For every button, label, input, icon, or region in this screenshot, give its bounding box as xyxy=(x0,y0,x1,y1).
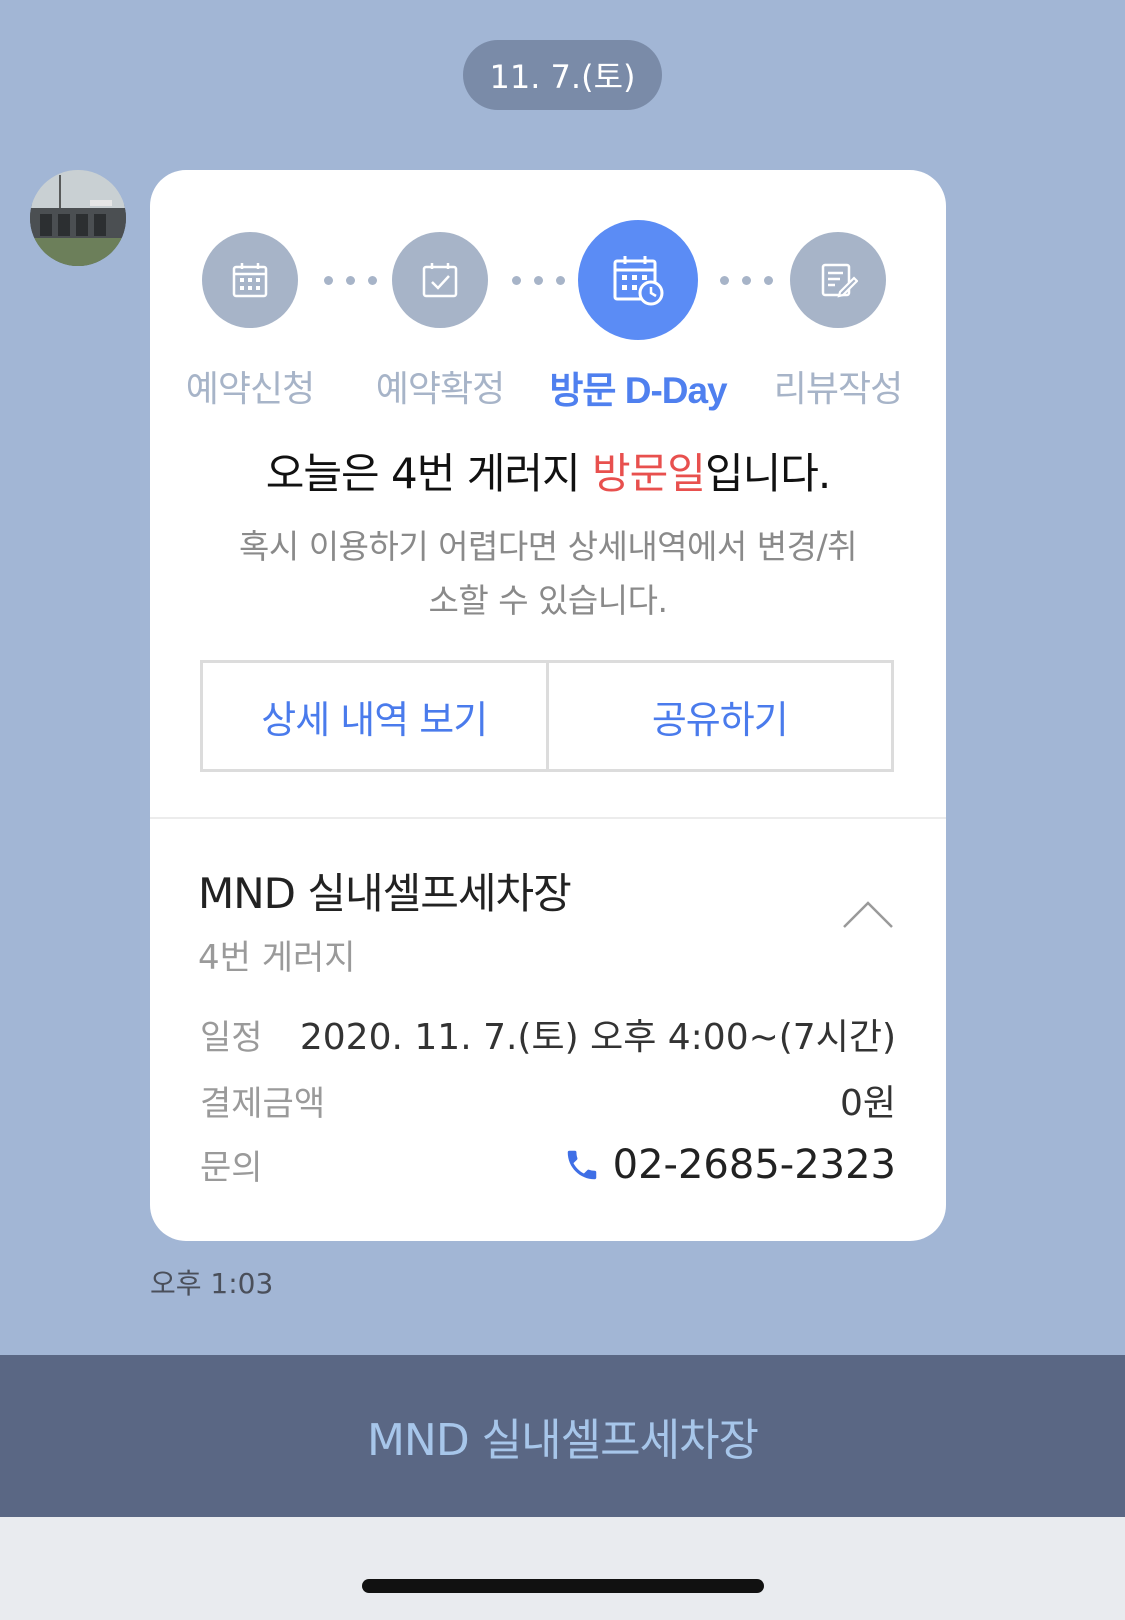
step-visit-dday xyxy=(578,220,698,340)
schedule-value: 2020. 11. 7.(토) 오후 4:00~(7시간) xyxy=(299,1017,896,1058)
avatar[interactable] xyxy=(30,170,126,266)
step-label-dday: 방문 D-Day xyxy=(549,370,727,411)
channel-title: MND 실내셀프세차장 xyxy=(366,1415,759,1466)
home-indicator[interactable] xyxy=(362,1579,764,1593)
divider xyxy=(150,817,946,819)
calendar-icon xyxy=(232,263,268,298)
step-reservation-request xyxy=(202,232,298,328)
subtext-line-2: 소할 수 있습니다. xyxy=(428,581,669,620)
schedule-row: 일정 2020. 11. 7.(토) 오후 4:00~(7시간) xyxy=(200,1008,896,1060)
visit-headline: 오늘은 4번 게러지 방문일입니다. xyxy=(150,440,946,501)
payment-value: 0원 xyxy=(839,1083,896,1124)
phone-number: 02-2685-2323 xyxy=(612,1141,896,1188)
date-pill: 11. 7.(토) xyxy=(463,40,662,110)
step-connector xyxy=(324,276,377,285)
payment-row: 결제금액 0원 xyxy=(200,1074,896,1126)
channel-bottom-bar[interactable]: MND 실내셀프세차장 xyxy=(0,1355,1125,1517)
subtext-line-1: 혹시 이용하기 어렵다면 상세내역에서 변경/취 xyxy=(239,527,857,566)
step-connector xyxy=(720,276,773,285)
schedule-label: 일정 xyxy=(200,1017,263,1058)
step-connector xyxy=(512,276,565,285)
headline-pre: 오늘은 4번 게러지 xyxy=(265,449,593,498)
phone-icon xyxy=(567,1150,596,1179)
calendar-check-icon xyxy=(422,263,458,298)
step-label-request: 예약신청 xyxy=(185,369,315,410)
garage-name: 4번 게러지 xyxy=(198,938,356,978)
inquiry-label: 문의 xyxy=(200,1148,263,1188)
action-buttons: 상세 내역 보기 공유하기 xyxy=(200,660,894,772)
message-timestamp: 오후 1:03 xyxy=(150,1267,274,1300)
visit-subtext: 혹시 이용하기 어렵다면 상세내역에서 변경/취 소할 수 있습니다. xyxy=(200,520,896,628)
home-indicator-area xyxy=(0,1517,1125,1620)
headline-post: 입니다. xyxy=(704,449,831,498)
shop-name: MND 실내셀프세차장 xyxy=(198,869,572,918)
inquiry-row: 문의 02-2685-2323 xyxy=(200,1140,896,1189)
step-label-review: 리뷰작성 xyxy=(773,369,903,410)
step-label-confirmed: 예약확정 xyxy=(375,369,505,410)
step-write-review xyxy=(790,232,886,328)
step-reservation-confirmed xyxy=(392,232,488,328)
headline-highlight: 방문일 xyxy=(592,449,706,498)
share-button[interactable]: 공유하기 xyxy=(545,663,891,769)
payment-label: 결제금액 xyxy=(200,1083,326,1124)
calendar-clock-icon xyxy=(613,256,664,306)
view-details-button[interactable]: 상세 내역 보기 xyxy=(203,663,546,769)
reservation-card: 예약신청 예약확정 방문 D-Day 리뷰작성 오늘은 4번 게러지 방문일입니… xyxy=(150,170,946,1241)
review-edit-icon xyxy=(821,263,858,298)
phone-link[interactable]: 02-2685-2323 xyxy=(563,1142,896,1188)
chevron-up-icon[interactable] xyxy=(842,900,894,930)
